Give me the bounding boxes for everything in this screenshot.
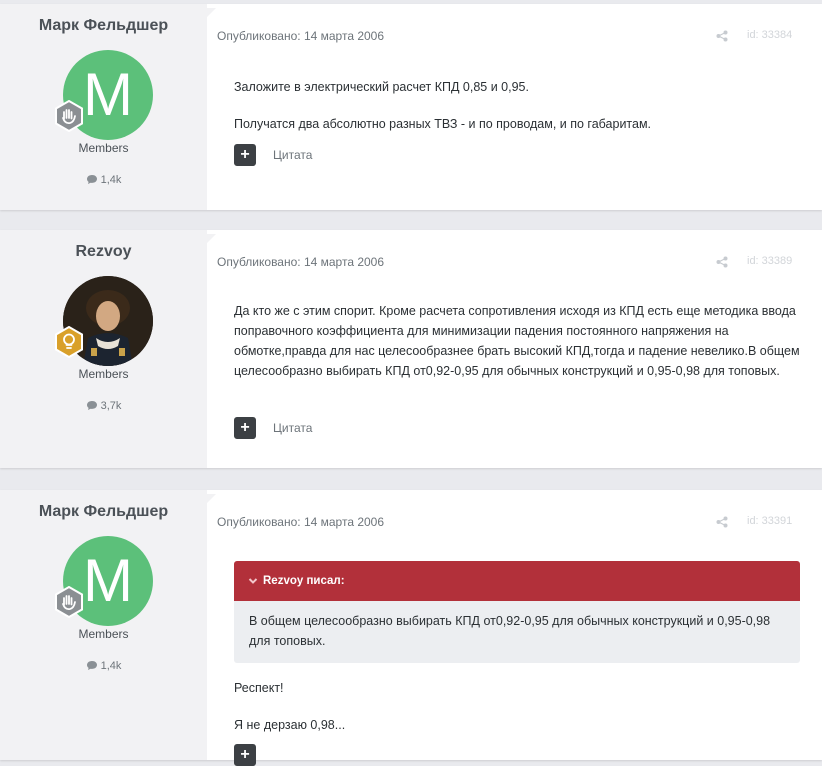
author-panel: Rezvoy Members 3,7k — [0, 230, 207, 468]
post-count: 1,4k — [0, 660, 207, 672]
post-meta[interactable]: Опубликовано: 14 марта 2006 — [217, 255, 384, 269]
multiquote-button[interactable]: + — [234, 744, 256, 766]
post-content: Да кто же с этим спорит. Кроме расчета с… — [234, 301, 804, 398]
author-name[interactable]: Марк Фельдшер — [0, 17, 207, 35]
quote-button[interactable]: Цитата — [273, 148, 312, 162]
panel-arrow — [207, 234, 216, 243]
author-name[interactable]: Rezvoy — [0, 243, 207, 261]
comment-icon — [86, 401, 97, 410]
post-meta[interactable]: Опубликовано: 14 марта 2006 — [217, 29, 384, 43]
quote-body: В общем целесообразно выбирать КПД от0,9… — [234, 601, 800, 663]
post-count-value: 1,4k — [100, 174, 122, 186]
post-content: Заложите в электрический расчет КПД 0,85… — [234, 77, 804, 151]
post-count-value: 3,7k — [100, 400, 122, 412]
author-panel: Марк Фельдшер M Members 1,4k — [0, 4, 207, 210]
quote-button[interactable]: Цитата — [273, 421, 312, 435]
post-paragraph: Получатся два абсолютно разных ТВЗ - и п… — [234, 117, 652, 131]
post-id: id: 33384 — [747, 29, 793, 41]
post-paragraph: Да кто же с этим спорит. Кроме расчета с… — [234, 304, 800, 378]
hand-icon — [55, 586, 83, 618]
post-paragraph: Респект! — [234, 681, 284, 695]
member-group: Members — [78, 367, 129, 381]
panel-arrow — [207, 8, 216, 17]
post-count-value: 1,4k — [100, 660, 122, 672]
panel-arrow — [207, 494, 216, 503]
post-33389: Rezvoy Members 3,7k Опубликовано: 14 мар… — [0, 230, 822, 468]
member-group: Members — [78, 627, 129, 641]
post-paragraph: Я не дерзаю 0,98... — [234, 718, 346, 732]
hand-icon — [55, 100, 83, 132]
post-count: 3,7k — [0, 400, 207, 412]
quoted-post: Rezvoy писал: В общем целесообразно выби… — [234, 561, 800, 663]
quote-header-text: Rezvoy писал: — [263, 575, 345, 587]
share-icon[interactable] — [716, 30, 728, 42]
post-meta[interactable]: Опубликовано: 14 марта 2006 — [217, 515, 384, 529]
share-icon[interactable] — [716, 256, 728, 268]
post-paragraph: Заложите в электрический расчет КПД 0,85… — [234, 80, 529, 94]
member-group: Members — [78, 141, 129, 155]
post-count: 1,4k — [0, 174, 207, 186]
multiquote-button[interactable]: + — [234, 144, 256, 166]
lightbulb-icon — [55, 326, 83, 358]
multiquote-button[interactable]: + — [234, 417, 256, 439]
comment-icon — [86, 661, 97, 670]
post-id: id: 33389 — [747, 255, 793, 267]
author-panel: Марк Фельдшер M Members 1,4k — [0, 490, 207, 760]
chevron-down-icon — [248, 578, 258, 584]
post-33384: Марк Фельдшер M Members 1,4k Опубликован… — [0, 4, 822, 210]
post-content: Респект! Я не дерзаю 0,98... — [234, 678, 804, 752]
share-icon[interactable] — [716, 516, 728, 528]
post-id: id: 33391 — [747, 515, 793, 527]
comment-icon — [86, 175, 97, 184]
author-name[interactable]: Марк Фельдшер — [0, 503, 207, 521]
quote-header[interactable]: Rezvoy писал: — [234, 561, 800, 601]
